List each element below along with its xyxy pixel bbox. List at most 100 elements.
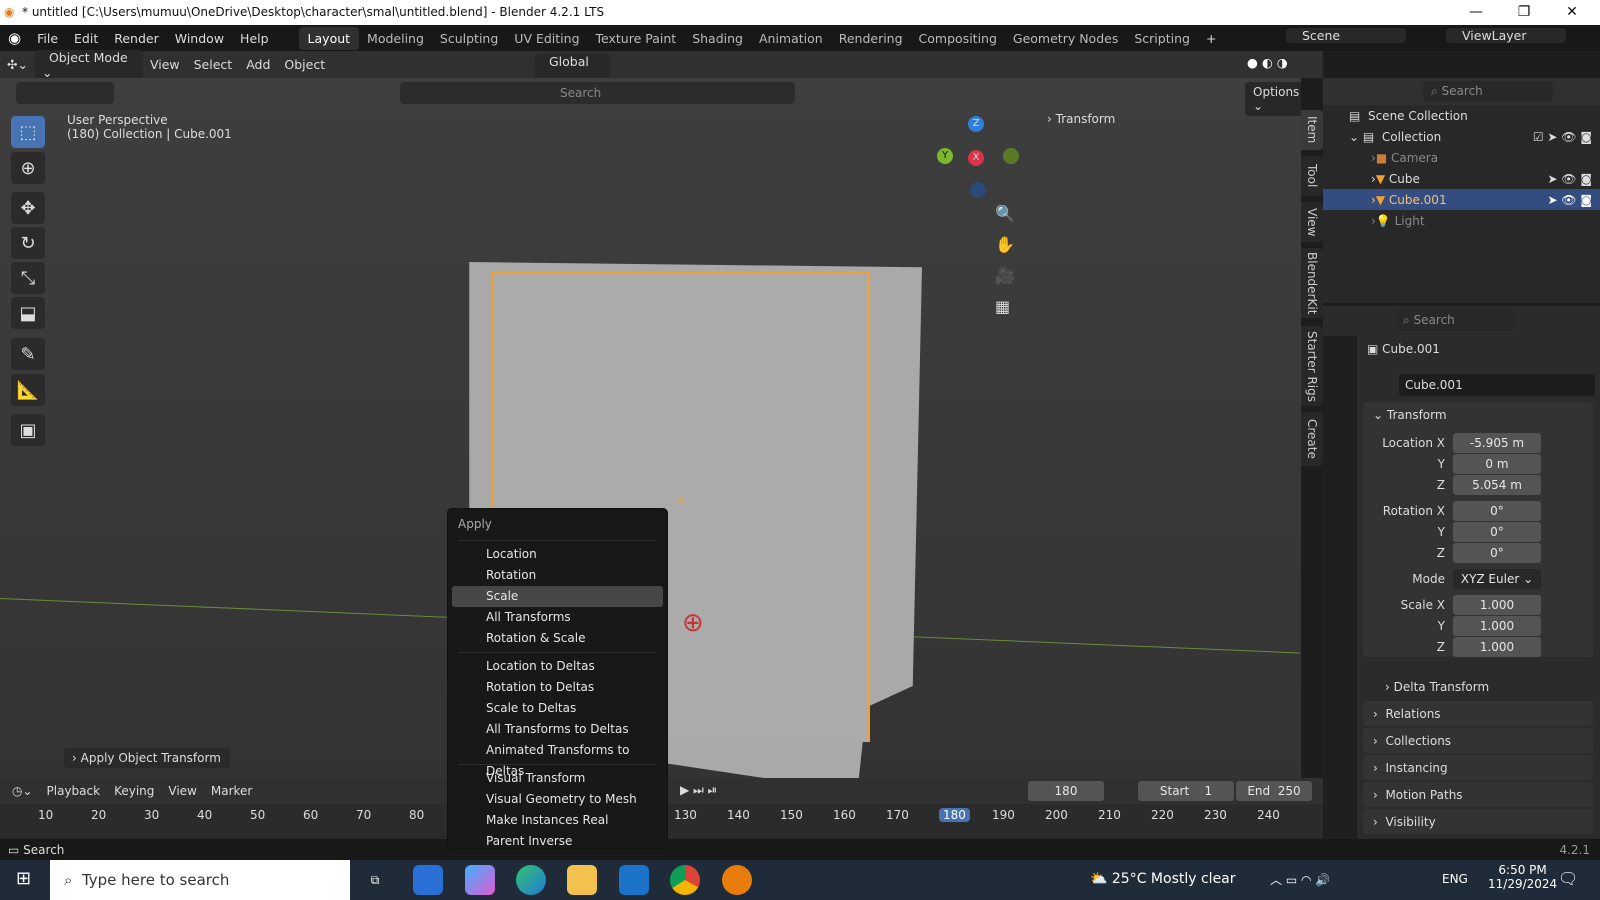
rotate-tool[interactable]: ↻ bbox=[11, 227, 45, 259]
side-tab-create[interactable]: Create bbox=[1301, 412, 1323, 466]
menu-add[interactable]: Add bbox=[239, 57, 277, 72]
menu-view[interactable]: View bbox=[168, 784, 196, 798]
clock[interactable]: 6:50 PM 11/29/2024 bbox=[1488, 863, 1557, 891]
scene-selector[interactable]: Scene bbox=[1286, 28, 1406, 43]
end-frame-field[interactable]: End 250 bbox=[1236, 781, 1312, 801]
menu-view[interactable]: View bbox=[143, 57, 187, 72]
scale-tool[interactable]: ⤡ bbox=[11, 262, 45, 294]
options-button[interactable]: Options ⌄ bbox=[1245, 82, 1301, 116]
menu-marker[interactable]: Marker bbox=[211, 784, 252, 798]
menu-item-make-instances-real[interactable]: Make Instances Real bbox=[452, 810, 663, 831]
menu-item-rotation[interactable]: Rotation bbox=[452, 565, 663, 586]
visibility-icons[interactable]: ➤ 👁 ◙ bbox=[1547, 193, 1592, 207]
camera-view-icon[interactable]: 🎥 bbox=[995, 266, 1015, 285]
gizmo-y-axis[interactable]: Y bbox=[937, 148, 953, 164]
scale-z-field[interactable]: 1.000 bbox=[1453, 636, 1541, 657]
copilot-icon[interactable] bbox=[465, 865, 495, 895]
menu-item-animated-transforms-to-deltas[interactable]: Animated Transforms to Deltas bbox=[452, 740, 663, 778]
gizmo-z-axis[interactable]: Z bbox=[968, 116, 984, 132]
notifications-icon[interactable]: 🗨 bbox=[1558, 869, 1578, 888]
current-frame-field[interactable]: 180 bbox=[1028, 781, 1104, 801]
side-tab-tool[interactable]: Tool bbox=[1301, 156, 1323, 196]
close-button[interactable]: ✕ bbox=[1548, 0, 1596, 25]
rotation-mode-dropdown[interactable]: XYZ Euler ⌄ bbox=[1453, 568, 1541, 589]
tab-compositing[interactable]: Compositing bbox=[911, 31, 1005, 46]
menu-render[interactable]: Render bbox=[106, 31, 167, 46]
scale-y-field[interactable]: 1.000 bbox=[1453, 615, 1541, 636]
visibility-icons[interactable]: ☑ ➤ 👁 ◙ bbox=[1533, 130, 1592, 144]
add-cube-tool[interactable]: ▣ bbox=[11, 414, 45, 446]
add-workspace-icon[interactable]: + bbox=[1198, 31, 1224, 46]
outliner-item-cube[interactable]: › ▼ Cube ➤ 👁 ◙ bbox=[1323, 168, 1600, 189]
tab-animation[interactable]: Animation bbox=[751, 31, 831, 46]
language-indicator[interactable]: ENG bbox=[1442, 872, 1468, 886]
menu-item-all-transforms-to-deltas[interactable]: All Transforms to Deltas bbox=[452, 719, 663, 740]
task-view-icon[interactable]: ⧉ bbox=[360, 865, 390, 895]
weather-widget[interactable]: ⛅ 25°C Mostly clear bbox=[1090, 871, 1236, 887]
minimize-button[interactable]: — bbox=[1452, 0, 1500, 25]
gizmo-neg-z[interactable] bbox=[970, 182, 986, 198]
rotation-x-field[interactable]: 0° bbox=[1453, 500, 1541, 521]
solid-shading-icon[interactable]: ● ◐ ◑ bbox=[1240, 55, 1295, 70]
taskbar-search-input[interactable]: ⌕ Type here to search bbox=[50, 860, 350, 900]
menu-item-parent-inverse[interactable]: Parent Inverse bbox=[452, 831, 663, 852]
outliner-item-cube-001[interactable]: › ▼ Cube.001 ➤ 👁 ◙ bbox=[1323, 189, 1600, 210]
side-tab-item[interactable]: Item bbox=[1301, 110, 1323, 150]
menu-item-location-to-deltas[interactable]: Location to Deltas bbox=[452, 656, 663, 677]
menu-edit[interactable]: Edit bbox=[66, 31, 106, 46]
mode-dropdown[interactable]: Object Mode ⌄ bbox=[34, 49, 143, 80]
tab-rendering[interactable]: Rendering bbox=[831, 31, 911, 46]
gizmo-x-axis[interactable]: X bbox=[968, 150, 984, 166]
select-box-tool[interactable]: ⬚ bbox=[11, 116, 45, 148]
pan-hand-icon[interactable]: ✋ bbox=[995, 235, 1015, 254]
n-panel-transform-header[interactable]: › Transform bbox=[1047, 112, 1115, 126]
measure-tool[interactable]: 📐 bbox=[11, 374, 45, 406]
tab-sculpting[interactable]: Sculpting bbox=[432, 31, 506, 46]
transform-tool[interactable]: ⬓ bbox=[11, 297, 45, 329]
location-y-field[interactable]: 0 m bbox=[1453, 453, 1541, 474]
tab-texture-paint[interactable]: Texture Paint bbox=[588, 31, 685, 46]
menu-item-visual-transform[interactable]: Visual Transform bbox=[452, 768, 663, 789]
delta-transform-panel[interactable]: › Delta Transform bbox=[1385, 680, 1489, 694]
file-explorer-icon[interactable] bbox=[567, 865, 597, 895]
chrome-icon[interactable] bbox=[670, 865, 700, 895]
tab-modeling[interactable]: Modeling bbox=[359, 31, 432, 46]
menu-object[interactable]: Object bbox=[277, 57, 332, 72]
menu-item-all-transforms[interactable]: All Transforms bbox=[452, 607, 663, 628]
menu-item-scale[interactable]: Scale bbox=[452, 586, 663, 607]
3d-cursor-icon[interactable]: ⊕ bbox=[682, 608, 704, 638]
side-tab-starter-rigs[interactable]: Starter Rigs bbox=[1301, 326, 1323, 406]
transform-panel-header[interactable]: ⌄ Transform bbox=[1373, 408, 1447, 422]
asset-search-input[interactable]: Search bbox=[400, 82, 795, 104]
cursor-tool[interactable]: ⊕ bbox=[11, 152, 45, 184]
relations-panel[interactable]: › Relations bbox=[1363, 701, 1593, 726]
outliner-scene-collection[interactable]: ▤ Scene Collection bbox=[1323, 105, 1600, 126]
gizmo-neg-y[interactable] bbox=[1003, 148, 1019, 164]
editor-type-icon[interactable]: ✣⌄ bbox=[0, 57, 35, 72]
rotation-z-field[interactable]: 0° bbox=[1453, 542, 1541, 563]
store-icon[interactable] bbox=[413, 865, 443, 895]
edge-icon[interactable] bbox=[516, 865, 546, 895]
outliner-item-light[interactable]: › 💡 Light bbox=[1323, 210, 1600, 231]
outliner-search-input[interactable]: ⌕ Search bbox=[1423, 81, 1553, 102]
zoom-icon[interactable]: 🔍 bbox=[995, 204, 1015, 223]
move-tool[interactable]: ✥ bbox=[11, 192, 45, 224]
menu-playback[interactable]: Playback bbox=[47, 784, 101, 798]
start-frame-field[interactable]: Start 1 bbox=[1138, 781, 1234, 801]
instancing-panel[interactable]: › Instancing bbox=[1363, 755, 1593, 780]
menu-item-rotation-scale[interactable]: Rotation & Scale bbox=[452, 628, 663, 649]
menu-file[interactable]: File bbox=[29, 31, 66, 46]
menu-item-location[interactable]: Location bbox=[452, 544, 663, 565]
collections-panel[interactable]: › Collections bbox=[1363, 728, 1593, 753]
object-name-field[interactable]: Cube.001 bbox=[1399, 374, 1595, 396]
visibility-panel[interactable]: › Visibility bbox=[1363, 809, 1593, 834]
tab-layout[interactable]: Layout bbox=[298, 26, 360, 50]
view-layer-selector[interactable]: ViewLayer bbox=[1446, 28, 1566, 43]
visibility-icons[interactable]: ➤ 👁 ◙ bbox=[1547, 172, 1592, 186]
timeline-editor-icon[interactable]: ◷⌄ bbox=[12, 784, 33, 798]
outliner-item-camera[interactable]: › ■ Camera bbox=[1323, 147, 1600, 168]
menu-help[interactable]: Help bbox=[232, 31, 277, 46]
rotation-y-field[interactable]: 0° bbox=[1453, 521, 1541, 542]
outlook-icon[interactable] bbox=[619, 865, 649, 895]
menu-item-rotation-to-deltas[interactable]: Rotation to Deltas bbox=[452, 677, 663, 698]
